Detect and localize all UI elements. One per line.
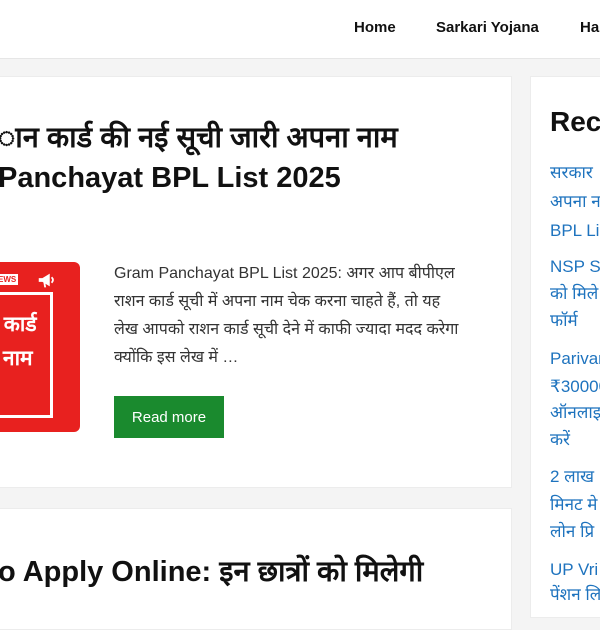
top-navigation-bar: Home Sarkari Yojana Ha	[0, 0, 600, 59]
nav-item-truncated[interactable]: Ha	[580, 19, 599, 36]
nav-home[interactable]: Home	[354, 19, 396, 36]
megaphone-icon	[38, 273, 54, 288]
recent-post-link-line[interactable]: Parivar	[550, 344, 600, 373]
post-thumbnail[interactable]: EWS ा कार्ड ना नाम	[0, 262, 80, 432]
recent-post-link-line[interactable]: ₹30000	[550, 372, 600, 401]
post-excerpt: Gram Panchayat BPL List 2025: अगर आप बीप…	[114, 265, 459, 366]
recent-post-link-line[interactable]: सरकार	[550, 158, 593, 187]
post-title-line-1[interactable]: o Apply Online: इन छात्रों को मिलेगी	[0, 552, 423, 592]
recent-post-link-line[interactable]: BPL Li	[550, 216, 599, 245]
recent-post-link-line[interactable]: फॉर्म	[550, 306, 578, 335]
recent-post-link-line[interactable]: 2 लाख	[550, 462, 594, 491]
read-more-button[interactable]: Read more	[114, 396, 224, 438]
recent-post-link-line[interactable]: मिनट मे	[550, 490, 597, 519]
sidebar-title: Rec	[550, 106, 600, 137]
recent-post-link-line[interactable]: लोन प्रि	[550, 517, 594, 546]
recent-post-link-line[interactable]: NSP S	[550, 252, 600, 281]
thumbnail-text-line-2: ना नाम	[0, 347, 33, 370]
recent-post-link-line[interactable]: ऑनलाइ	[550, 398, 600, 427]
post-title-line-2[interactable]: Panchayat BPL List 2025	[0, 158, 341, 198]
thumbnail-news-tag: EWS	[0, 274, 19, 285]
recent-post-link-line[interactable]: अपना न	[550, 187, 600, 216]
recent-post-link-line[interactable]: पेंशन लि	[550, 580, 600, 609]
nav-sarkari-yojana[interactable]: Sarkari Yojana	[436, 19, 539, 36]
thumbnail-text-line-1: ा कार्ड	[0, 313, 37, 336]
post-title-line-1[interactable]: ान कार्ड की नई सूची जारी अपना नाम	[0, 118, 398, 158]
recent-post-link-line[interactable]: करें	[550, 425, 570, 454]
recent-post-link-line[interactable]: को मिले	[550, 279, 598, 308]
